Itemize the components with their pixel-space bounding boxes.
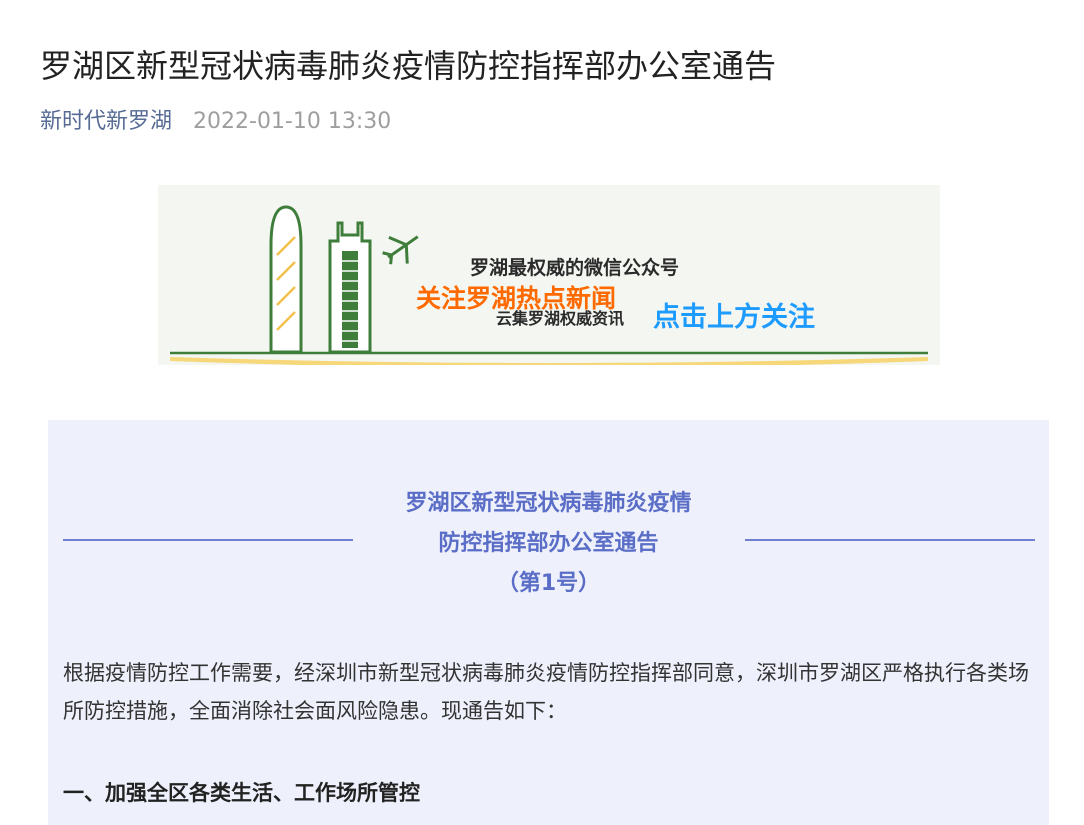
heading-divider-left — [63, 539, 353, 541]
notice-section: 罗湖区新型冠状病毒肺炎疫情 防控指挥部办公室通告 （第1号） 根据疫情防控工作需… — [48, 420, 1049, 825]
notice-heading-line-2: 防控指挥部办公室通告 — [438, 531, 659, 556]
notice-paragraph: 根据疫情防控工作需要，经深圳市新型冠状病毒肺炎疫情防控指挥部同意，深圳市罗湖区严… — [63, 661, 1029, 723]
heading-divider-right — [745, 539, 1035, 541]
notice-heading: 罗湖区新型冠状病毒肺炎疫情 防控指挥部办公室通告 （第1号） — [48, 484, 1049, 604]
notice-heading-line-1: 罗湖区新型冠状病毒肺炎疫情 — [405, 491, 692, 516]
article-meta: 新时代新罗湖 2022-01-10 13:30 — [40, 106, 391, 138]
publish-time: 2022-01-10 13:30 — [193, 109, 392, 134]
banner-cta: 点击上方关注 — [653, 302, 815, 333]
notice-number: （第1号） — [496, 571, 601, 596]
follow-banner-image[interactable]: 罗湖最权威的微信公众号 关注罗湖热点新闻 云集罗湖权威资讯 点击上方关注 — [158, 185, 940, 365]
banner-line-1: 罗湖最权威的微信公众号 — [470, 257, 680, 279]
banner-line-3: 云集罗湖权威资讯 — [496, 309, 625, 328]
article-title: 罗湖区新型冠状病毒肺炎疫情防控指挥部办公室通告 — [40, 47, 777, 85]
account-name-link[interactable]: 新时代新罗湖 — [40, 109, 172, 134]
section-heading-1: 一、加强全区各类生活、工作场所管控 — [63, 781, 420, 805]
